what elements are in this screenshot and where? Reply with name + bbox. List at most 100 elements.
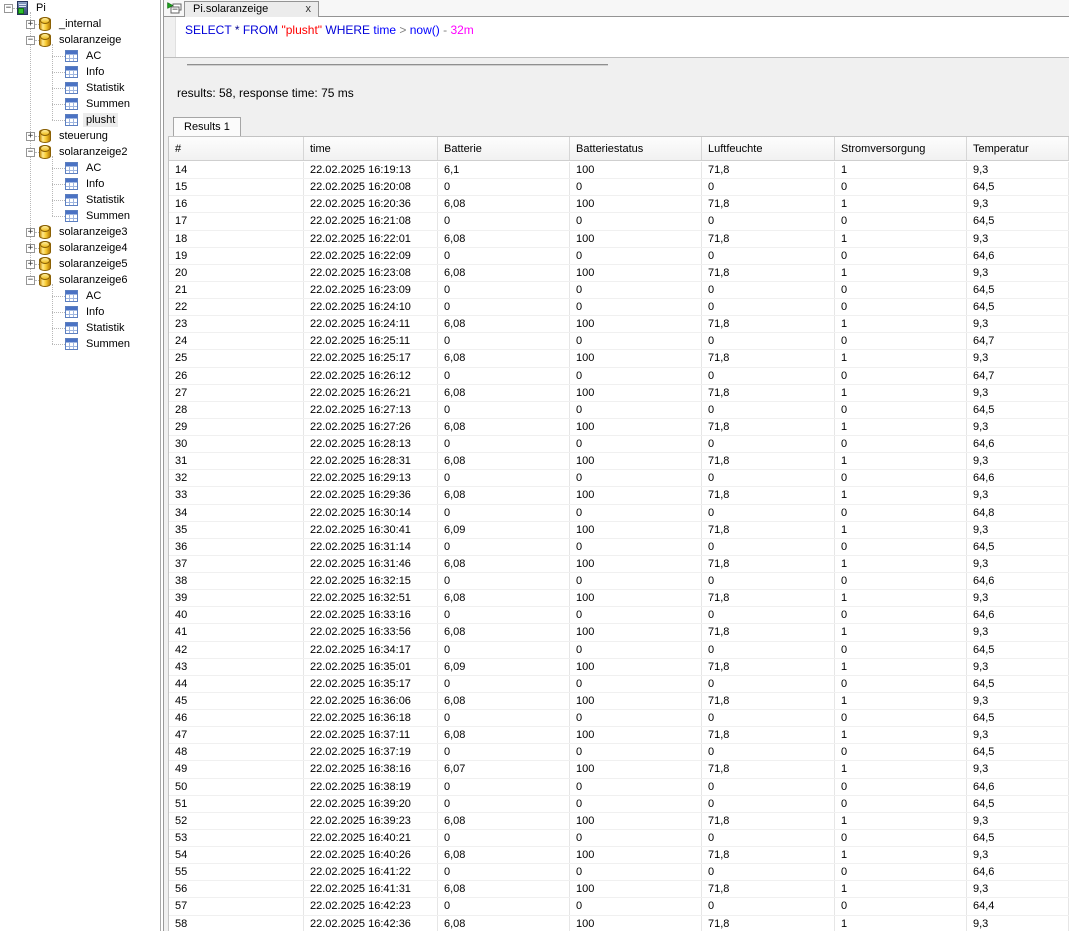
table-row[interactable]: 5322.02.2025 16:40:21000064,5 [169, 830, 1069, 847]
tree-item-ac[interactable]: AC [0, 48, 160, 64]
panel-splitter[interactable] [160, 0, 161, 931]
table-row[interactable]: 4022.02.2025 16:33:16000064,6 [169, 607, 1069, 624]
table-row[interactable]: 4822.02.2025 16:37:19000064,5 [169, 744, 1069, 761]
table-row[interactable]: 4522.02.2025 16:36:066,0810071,819,3 [169, 693, 1069, 710]
table-row[interactable]: 4622.02.2025 16:36:18000064,5 [169, 710, 1069, 727]
collapse-icon[interactable]: − [26, 36, 35, 45]
tree-connector-stub [52, 328, 65, 329]
expand-icon[interactable]: + [26, 260, 35, 269]
table-row[interactable]: 2922.02.2025 16:27:266,0810071,819,3 [169, 419, 1069, 436]
table-row[interactable]: 3322.02.2025 16:29:366,0810071,819,3 [169, 487, 1069, 504]
table-cell: 100 [570, 624, 702, 640]
collapse-icon[interactable]: − [26, 276, 35, 285]
tree-item-solaranzeige3[interactable]: +solaranzeige3 [0, 224, 160, 240]
table-row[interactable]: 4722.02.2025 16:37:116,0810071,819,3 [169, 727, 1069, 744]
table-cell: 1 [835, 590, 967, 606]
collapse-icon[interactable]: − [26, 148, 35, 157]
run-query-window-icon[interactable] [167, 2, 183, 15]
table-row[interactable]: 3422.02.2025 16:30:14000064,8 [169, 505, 1069, 522]
column-header-stromversorgung[interactable]: Stromversorgung [835, 137, 967, 160]
collapse-icon[interactable]: − [4, 4, 13, 13]
tree-item-solaranzeige6[interactable]: −solaranzeige6 [0, 272, 160, 288]
table-row[interactable]: 5222.02.2025 16:39:236,0810071,819,3 [169, 813, 1069, 830]
table-cell: 0 [702, 213, 835, 229]
column-header-time[interactable]: time [304, 137, 438, 160]
expand-icon[interactable]: + [26, 20, 35, 29]
query-text[interactable]: SELECT * FROM "plusht" WHERE time > now(… [185, 23, 474, 37]
table-row[interactable]: 5622.02.2025 16:41:316,0810071,819,3 [169, 881, 1069, 898]
tree-item-ac[interactable]: AC [0, 288, 160, 304]
tree-item-info[interactable]: Info [0, 64, 160, 80]
table-row[interactable]: 2422.02.2025 16:25:11000064,7 [169, 333, 1069, 350]
table-row[interactable]: 2522.02.2025 16:25:176,0810071,819,3 [169, 350, 1069, 367]
table-row[interactable]: 4422.02.2025 16:35:17000064,5 [169, 676, 1069, 693]
tree-item-solaranzeige[interactable]: −solaranzeige [0, 32, 160, 48]
table-cell: 100 [570, 196, 702, 212]
column-header-batterie[interactable]: Batterie [438, 137, 570, 160]
table-row[interactable]: 2622.02.2025 16:26:12000064,7 [169, 368, 1069, 385]
table-row[interactable]: 3922.02.2025 16:32:516,0810071,819,3 [169, 590, 1069, 607]
column-header-num[interactable]: # [169, 137, 304, 160]
table-row[interactable]: 2022.02.2025 16:23:086,0810071,819,3 [169, 265, 1069, 282]
table-row[interactable]: 1822.02.2025 16:22:016,0810071,819,3 [169, 231, 1069, 248]
table-row[interactable]: 1522.02.2025 16:20:08000064,5 [169, 179, 1069, 196]
tree-item-solaranzeige2[interactable]: −solaranzeige2 [0, 144, 160, 160]
table-cell: 22.02.2025 16:38:16 [304, 761, 438, 777]
table-row[interactable]: 2722.02.2025 16:26:216,0810071,819,3 [169, 385, 1069, 402]
table-row[interactable]: 2822.02.2025 16:27:13000064,5 [169, 402, 1069, 419]
tree-item-statistik[interactable]: Statistik [0, 320, 160, 336]
tab-pi-solaranzeige[interactable]: Pi.solaranzeige x [184, 1, 319, 17]
table-row[interactable]: 5422.02.2025 16:40:266,0810071,819,3 [169, 847, 1069, 864]
tree-item-summen[interactable]: Summen [0, 208, 160, 224]
table-row[interactable]: 4122.02.2025 16:33:566,0810071,819,3 [169, 624, 1069, 641]
table-row[interactable]: 2122.02.2025 16:23:09000064,5 [169, 282, 1069, 299]
table-row[interactable]: 5522.02.2025 16:41:22000064,6 [169, 864, 1069, 881]
tree-item-info[interactable]: Info [0, 176, 160, 192]
tree-item-pi[interactable]: −Pi [0, 0, 160, 16]
table-row[interactable]: 4322.02.2025 16:35:016,0910071,819,3 [169, 659, 1069, 676]
table-row[interactable]: 3122.02.2025 16:28:316,0810071,819,3 [169, 453, 1069, 470]
table-row[interactable]: 3022.02.2025 16:28:13000064,6 [169, 436, 1069, 453]
tree-item-summen[interactable]: Summen [0, 96, 160, 112]
tree-item-info[interactable]: Info [0, 304, 160, 320]
table-row[interactable]: 4922.02.2025 16:38:166,0710071,819,3 [169, 761, 1069, 778]
table-row[interactable]: 3622.02.2025 16:31:14000064,5 [169, 539, 1069, 556]
table-cell: 9,3 [967, 385, 1069, 401]
table-row[interactable]: 1922.02.2025 16:22:09000064,6 [169, 248, 1069, 265]
table-row[interactable]: 3722.02.2025 16:31:466,0810071,819,3 [169, 556, 1069, 573]
table-row[interactable]: 1422.02.2025 16:19:136,110071,819,3 [169, 162, 1069, 179]
query-editor[interactable]: SELECT * FROM "plusht" WHERE time > now(… [164, 17, 1069, 58]
table-row[interactable]: 5122.02.2025 16:39:20000064,5 [169, 796, 1069, 813]
table-row[interactable]: 1722.02.2025 16:21:08000064,5 [169, 213, 1069, 230]
tree-item-solaranzeige5[interactable]: +solaranzeige5 [0, 256, 160, 272]
table-row[interactable]: 1622.02.2025 16:20:366,0810071,819,3 [169, 196, 1069, 213]
tree-item-statistik[interactable]: Statistik [0, 80, 160, 96]
column-header-temperatur[interactable]: Temperatur [967, 137, 1069, 160]
tree-item-_internal[interactable]: +_internal [0, 16, 160, 32]
tree-item-steuerung[interactable]: +steuerung [0, 128, 160, 144]
table-row[interactable]: 3222.02.2025 16:29:13000064,6 [169, 470, 1069, 487]
expand-icon[interactable]: + [26, 244, 35, 253]
column-header-batteriestatus[interactable]: Batteriestatus [570, 137, 702, 160]
column-header-luftfeuchte[interactable]: Luftfeuchte [702, 137, 835, 160]
editor-resize-grip[interactable] [187, 64, 608, 66]
table-row[interactable]: 2222.02.2025 16:24:10000064,5 [169, 299, 1069, 316]
expand-icon[interactable]: + [26, 228, 35, 237]
tab-close-icon[interactable]: x [306, 2, 312, 17]
tree-item-statistik[interactable]: Statistik [0, 192, 160, 208]
table-row[interactable]: 3822.02.2025 16:32:15000064,6 [169, 573, 1069, 590]
table-row[interactable]: 4222.02.2025 16:34:17000064,5 [169, 642, 1069, 659]
tree-item-plusht[interactable]: plusht [0, 112, 160, 128]
table-row[interactable]: 5722.02.2025 16:42:23000064,4 [169, 898, 1069, 915]
tab-results-1[interactable]: Results 1 [173, 117, 241, 136]
table-row[interactable]: 5822.02.2025 16:42:366,0810071,819,3 [169, 916, 1069, 931]
table-row[interactable]: 2322.02.2025 16:24:116,0810071,819,3 [169, 316, 1069, 333]
table-row[interactable]: 5022.02.2025 16:38:19000064,6 [169, 779, 1069, 796]
tree-item-ac[interactable]: AC [0, 160, 160, 176]
tree-item-solaranzeige4[interactable]: +solaranzeige4 [0, 240, 160, 256]
table-cell: 6,08 [438, 265, 570, 281]
table-cell: 71,8 [702, 624, 835, 640]
tree-item-summen[interactable]: Summen [0, 336, 160, 352]
table-row[interactable]: 3522.02.2025 16:30:416,0910071,819,3 [169, 522, 1069, 539]
expand-icon[interactable]: + [26, 132, 35, 141]
